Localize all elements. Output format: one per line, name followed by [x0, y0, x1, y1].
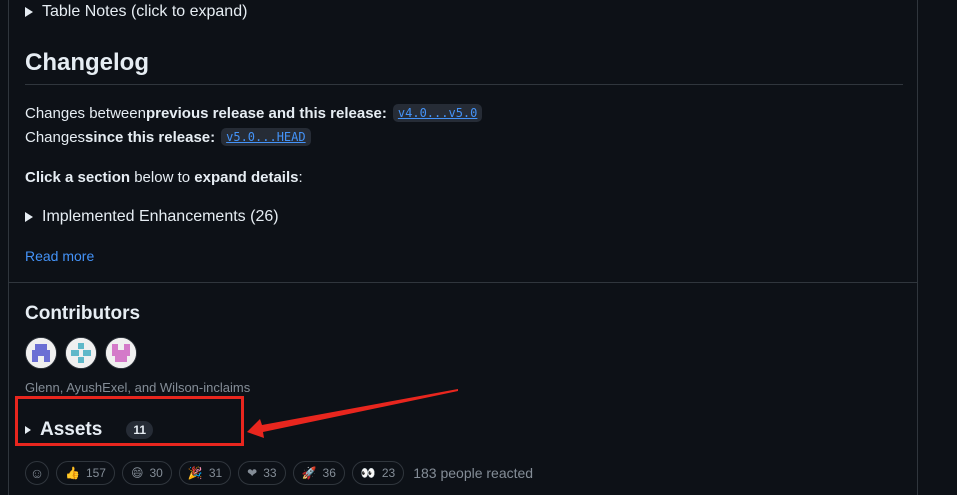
click-section-suffix: :: [298, 169, 303, 186]
smiley-add-icon: ☺: [29, 465, 45, 481]
reaction-eyes[interactable]: 👀 23: [351, 461, 405, 485]
read-more-link[interactable]: Read more: [25, 248, 94, 264]
thumbs-up-icon: 👍: [65, 466, 80, 480]
click-section-bold: Click a section: [25, 169, 131, 186]
reaction-count: 31: [208, 466, 223, 480]
heart-icon: ❤: [247, 466, 258, 480]
changes-since-line: Changes since this release: v5.0...HEAD: [25, 128, 311, 146]
changes-between-prefix: Changes between: [25, 104, 146, 122]
reaction-count: 23: [381, 466, 396, 480]
click-section-line: Click a section below to expand details …: [25, 169, 303, 186]
changes-between-line: Changes between previous release and thi…: [25, 104, 483, 122]
expand-details-bold: expand details: [194, 169, 299, 186]
contributor-names: Glenn, AyushExel, and Wilson-inclaims: [25, 380, 251, 395]
changes-between-bold: previous release and this release:: [145, 104, 387, 122]
reactions-bar: ☺ 👍 157 😄 30 🎉 31 ❤ 33 🚀 36 👀 23 183 people reacted: [25, 461, 533, 485]
reaction-count: 33: [263, 466, 277, 480]
laugh-icon: 😄: [130, 466, 144, 480]
table-notes-label: Table Notes (click to expand): [42, 3, 248, 20]
avatar-wilson-inclaims[interactable]: [105, 337, 137, 369]
avatar-ayushexel[interactable]: [65, 337, 97, 369]
annotation-highlight-box: [15, 396, 244, 446]
add-reaction-button[interactable]: ☺: [25, 461, 49, 485]
reaction-tada[interactable]: 🎉 31: [178, 461, 232, 485]
changelog-heading: Changelog: [25, 49, 149, 76]
changelog-divider: [25, 84, 903, 85]
enhancements-toggle[interactable]: Implemented Enhancements (26): [25, 208, 279, 226]
tada-icon: 🎉: [187, 466, 203, 480]
compare-link-v4-v5[interactable]: v4.0...v5.0: [392, 104, 483, 122]
compare-link-v5-head[interactable]: v5.0...HEAD: [221, 128, 311, 146]
reaction-heart[interactable]: ❤ 33: [238, 461, 286, 485]
reaction-count: 157: [85, 466, 106, 480]
changes-since-bold: since this release:: [85, 128, 216, 146]
caret-right-icon: [25, 212, 33, 222]
table-notes-toggle[interactable]: Table Notes (click to expand): [25, 3, 247, 21]
section-divider: [8, 282, 918, 283]
reaction-count: 36: [322, 466, 336, 480]
rocket-icon: 🚀: [301, 466, 317, 480]
contributor-avatars: [25, 337, 137, 369]
reaction-count: 30: [149, 466, 163, 480]
enhancements-label: Implemented Enhancements (26): [42, 208, 279, 225]
reaction-list: 👍 157 😄 30 🎉 31 ❤ 33 🚀 36 👀 23: [56, 461, 405, 485]
reaction-thumbs-up[interactable]: 👍 157: [56, 461, 115, 485]
reaction-summary: 183 people reacted: [413, 465, 534, 481]
reaction-laugh[interactable]: 😄 30: [121, 461, 172, 485]
reaction-rocket[interactable]: 🚀 36: [292, 461, 345, 485]
release-page: Table Notes (click to expand) Changelog …: [0, 0, 957, 495]
avatar-glenn[interactable]: [25, 337, 57, 369]
contributors-heading: Contributors: [25, 303, 141, 324]
caret-right-icon: [25, 7, 33, 17]
eyes-icon: 👀: [360, 466, 376, 480]
changes-since-prefix: Changes: [25, 128, 86, 146]
click-section-mid: below to: [130, 169, 195, 186]
